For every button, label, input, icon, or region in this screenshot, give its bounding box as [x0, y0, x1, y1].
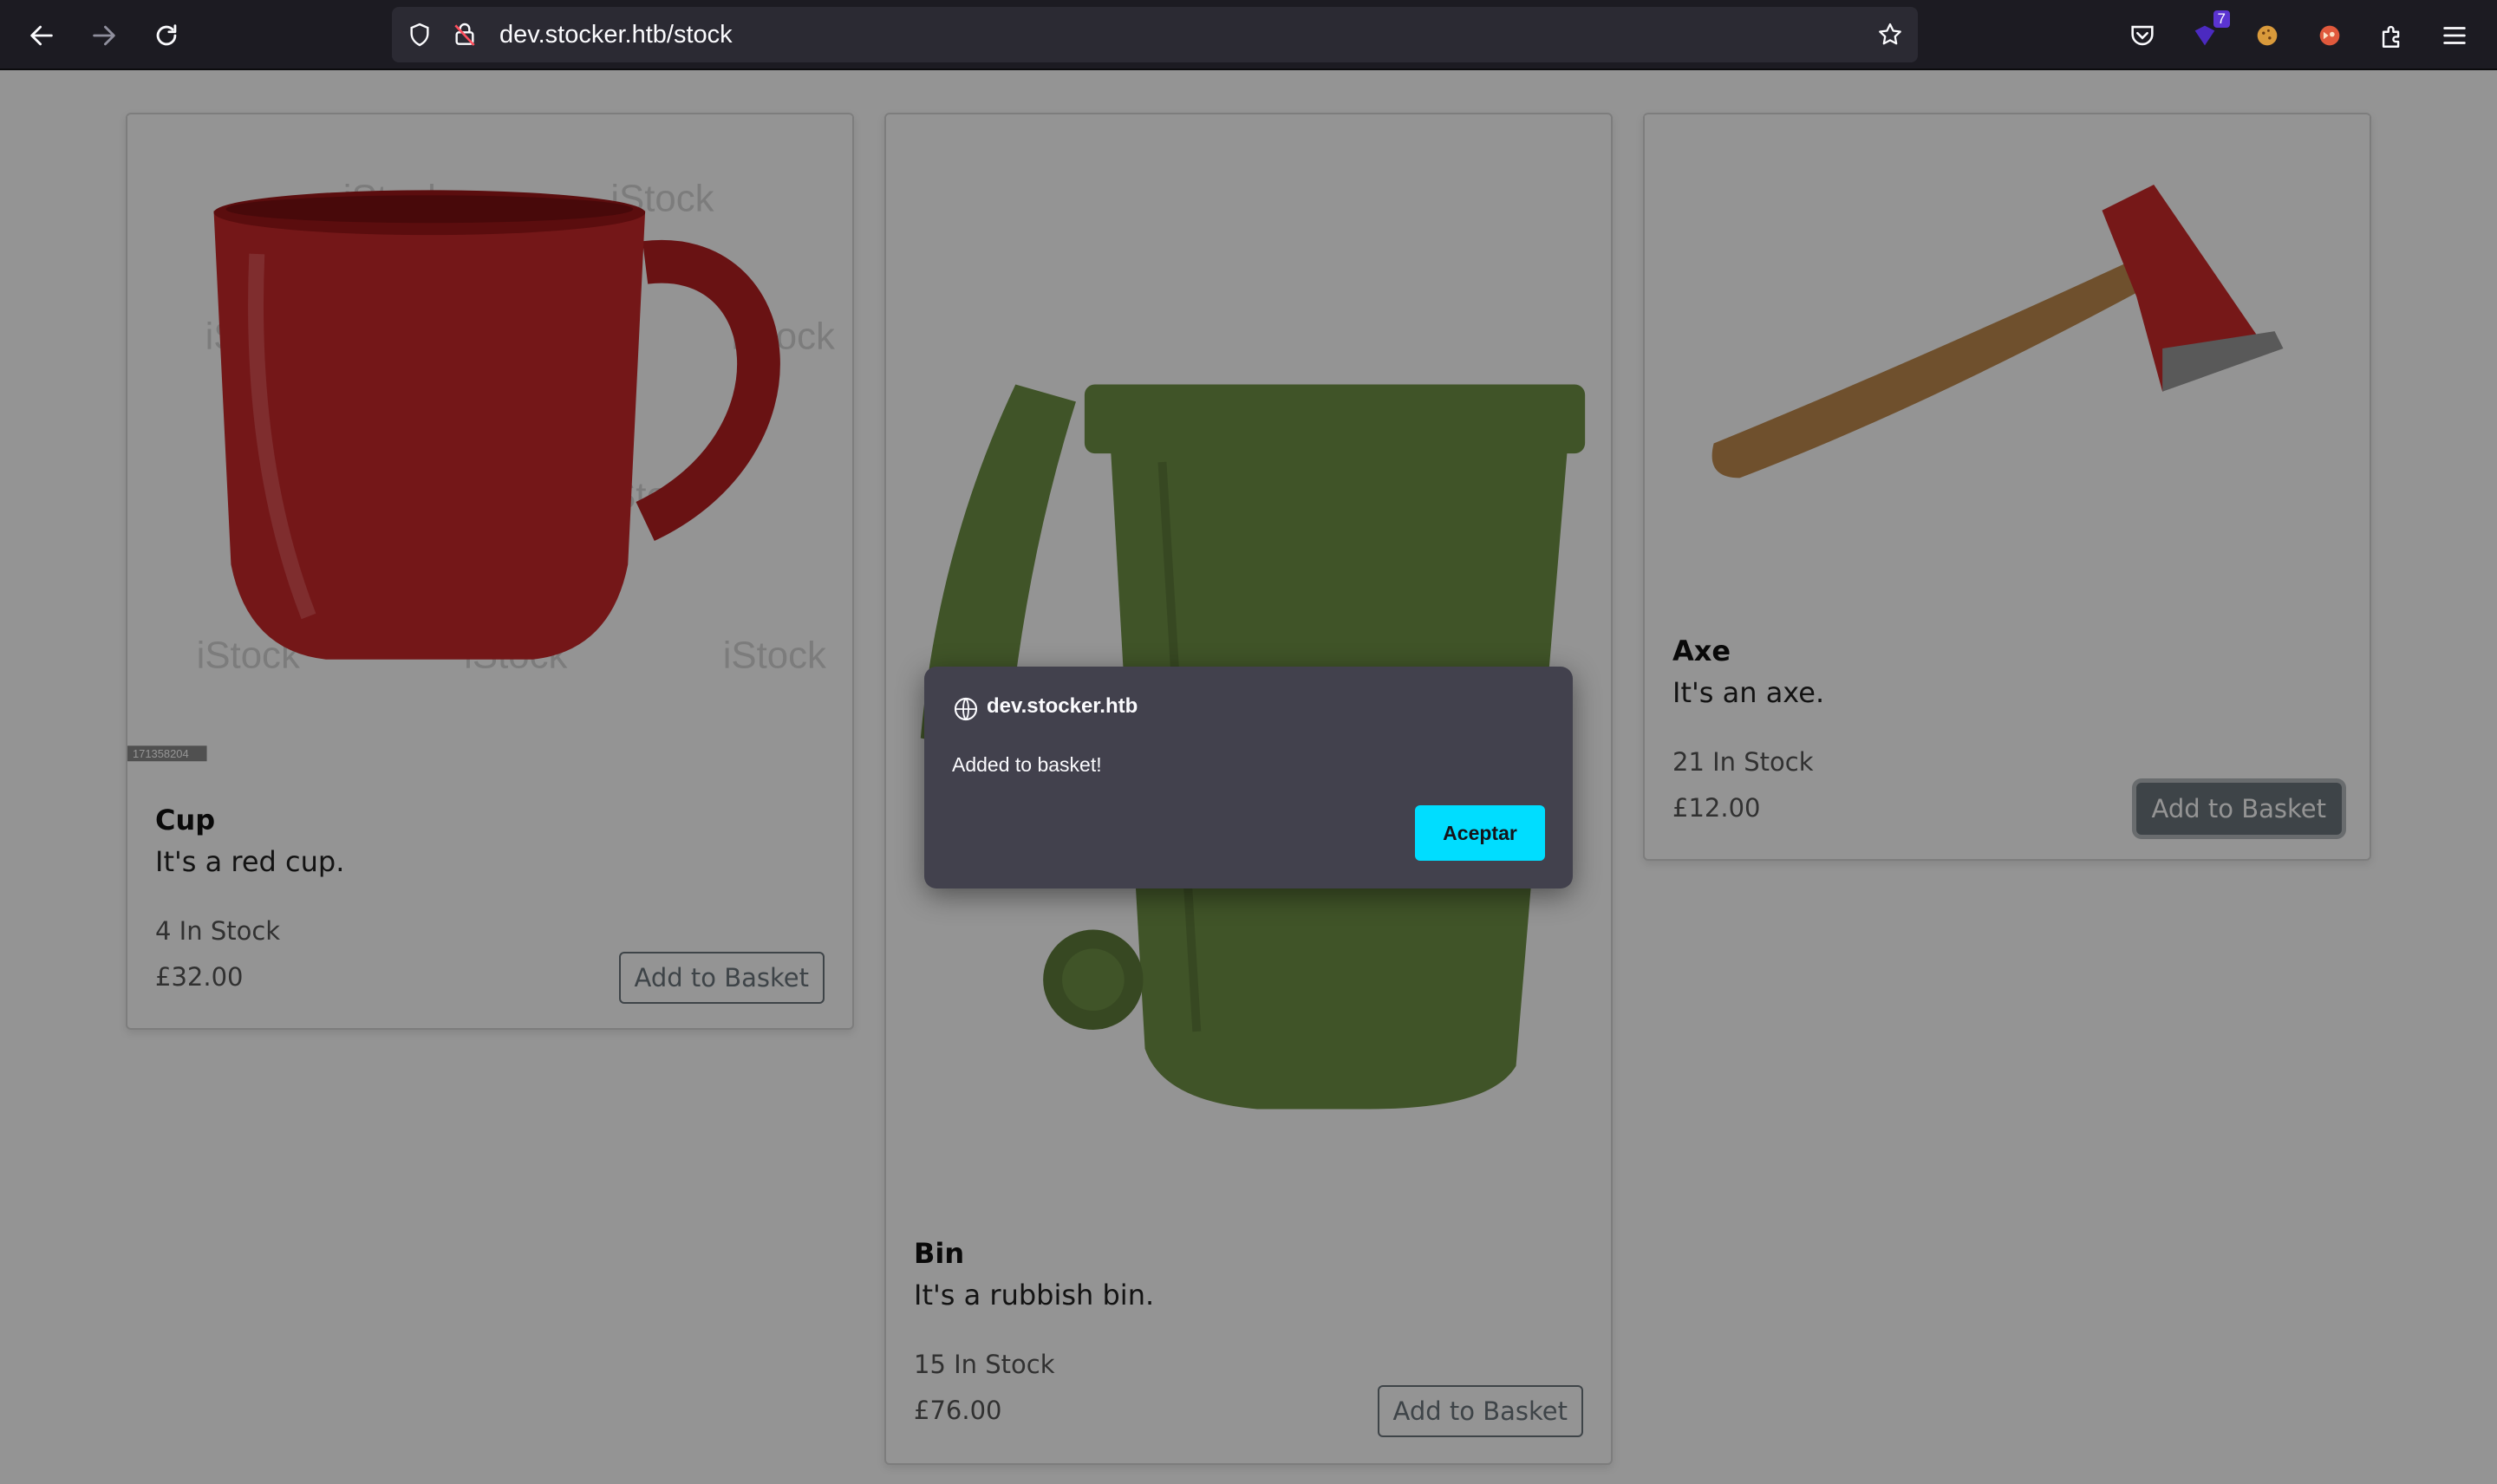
extension-wappalyzer-button[interactable]: 7 — [2183, 10, 2230, 57]
arrow-left-icon — [30, 25, 53, 46]
menu-button[interactable] — [2433, 14, 2476, 57]
globe-icon — [954, 697, 978, 721]
insecure-lock-icon[interactable] — [449, 19, 480, 50]
puzzle-icon — [2382, 25, 2400, 48]
browser-toolbar: dev.stocker.htb/stock 7 — [0, 0, 2497, 70]
back-button[interactable] — [20, 14, 63, 57]
extension-badge: 7 — [2213, 10, 2230, 28]
dialog-origin: dev.stocker.htb — [987, 694, 1138, 718]
shield-icon[interactable] — [404, 19, 435, 50]
reload-button[interactable] — [145, 14, 188, 57]
extensions-button[interactable] — [2370, 14, 2414, 57]
url-text[interactable]: dev.stocker.htb/stock — [499, 7, 733, 62]
reload-icon — [156, 24, 177, 46]
url-bar[interactable]: dev.stocker.htb/stock — [392, 7, 1918, 62]
extension-cookie-button[interactable] — [2246, 14, 2289, 57]
cookie-icon — [2257, 25, 2278, 46]
extension-foxy-button[interactable] — [2308, 14, 2351, 57]
arrow-right-icon — [93, 25, 115, 46]
fox-icon — [2319, 25, 2340, 46]
forward-button[interactable] — [82, 14, 126, 57]
hamburger-menu-icon — [2443, 27, 2466, 44]
dialog-accept-button[interactable]: Aceptar — [1415, 805, 1545, 861]
pocket-button[interactable] — [2121, 14, 2164, 57]
dialog-message: Added to basket! — [952, 753, 1102, 776]
pocket-icon — [2131, 25, 2154, 46]
alert-dialog: dev.stocker.htb Added to basket! Aceptar — [924, 667, 1573, 888]
bookmark-star-icon[interactable] — [1874, 19, 1906, 50]
